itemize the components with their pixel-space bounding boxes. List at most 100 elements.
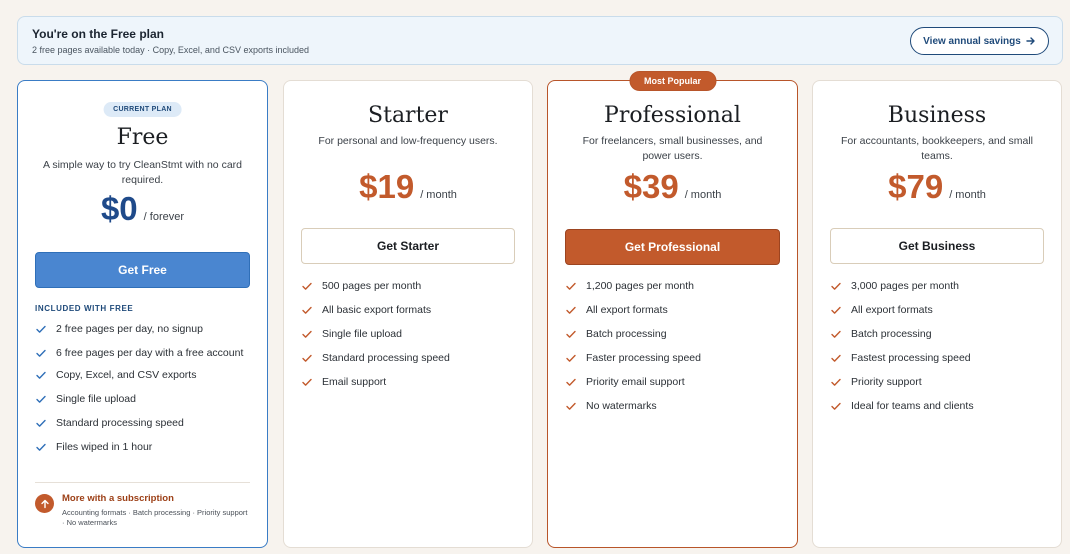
list-item: Standard processing speed xyxy=(301,351,518,365)
feature-list: 2 free pages per day, no signup 6 free p… xyxy=(35,322,253,454)
get-free-button[interactable]: Get Free xyxy=(35,252,250,288)
plan-price: $39 xyxy=(623,168,679,205)
view-annual-savings-button[interactable]: View annual savings xyxy=(910,27,1049,55)
check-icon xyxy=(566,330,576,338)
list-item: 6 free pages per day with a free account xyxy=(35,346,253,360)
feature-text: 2 free pages per day, no signup xyxy=(56,323,203,335)
plan-period: / month xyxy=(949,189,986,201)
list-item: Single file upload xyxy=(301,327,518,341)
plan-name: Starter xyxy=(368,103,448,128)
get-professional-button[interactable]: Get Professional xyxy=(565,229,780,265)
feature-text: Batch processing xyxy=(851,328,932,340)
plan-description: For accountants, bookkeepers, and small … xyxy=(840,135,1034,162)
list-item: Standard processing speed xyxy=(35,416,253,430)
feature-text: Faster processing speed xyxy=(586,352,701,364)
feature-text: 3,000 pages per month xyxy=(851,280,959,292)
feature-text: Email support xyxy=(322,376,387,388)
check-icon xyxy=(566,282,576,290)
feature-text: Priority email support xyxy=(586,376,685,388)
arrow-up-icon xyxy=(35,494,54,513)
list-item: Priority email support xyxy=(565,375,783,389)
feature-text: Ideal for teams and clients xyxy=(851,400,974,412)
list-item: Ideal for teams and clients xyxy=(830,399,1047,413)
feature-text: 6 free pages per day with a free account xyxy=(56,347,244,359)
plan-card-starter: Starter For personal and low-frequency u… xyxy=(283,80,533,548)
current-plan-badge: CURRENT PLAN xyxy=(103,102,182,117)
list-item: Batch processing xyxy=(830,327,1047,341)
check-icon xyxy=(831,354,841,362)
banner-subtitle: 2 free pages available today · Copy, Exc… xyxy=(32,45,309,55)
feature-text: 500 pages per month xyxy=(322,280,422,292)
list-item: All export formats xyxy=(830,303,1047,317)
list-item: 500 pages per month xyxy=(301,279,518,293)
check-icon xyxy=(36,371,46,379)
plan-description: For freelancers, small businesses, and p… xyxy=(582,135,763,162)
list-item: Fastest processing speed xyxy=(830,351,1047,365)
check-icon xyxy=(302,282,312,290)
plan-name: Free xyxy=(116,125,169,150)
check-icon xyxy=(566,354,576,362)
list-item: Email support xyxy=(301,375,518,389)
list-item: Single file upload xyxy=(35,392,253,406)
feature-text: Single file upload xyxy=(56,393,136,405)
check-icon xyxy=(36,443,46,451)
feature-text: Standard processing speed xyxy=(322,352,450,364)
feature-list: 3,000 pages per month All export formats… xyxy=(830,279,1047,413)
check-icon xyxy=(36,419,46,427)
get-starter-button[interactable]: Get Starter xyxy=(301,228,515,264)
feature-text: All basic export formats xyxy=(322,304,432,316)
get-business-button[interactable]: Get Business xyxy=(830,228,1044,264)
most-popular-badge: Most Popular xyxy=(628,71,717,91)
check-icon xyxy=(831,306,841,314)
plan-description: A simple way to try CleanStmt with no ca… xyxy=(43,159,242,186)
feature-list: 500 pages per month All basic export for… xyxy=(301,279,518,389)
check-icon xyxy=(36,349,46,357)
check-icon xyxy=(831,402,841,410)
feature-text: 1,200 pages per month xyxy=(586,280,694,292)
check-icon xyxy=(302,330,312,338)
plan-price: $0 xyxy=(100,190,138,227)
plan-description: For personal and low-frequency users. xyxy=(318,135,498,147)
feature-text: Batch processing xyxy=(586,328,667,340)
list-item: Files wiped in 1 hour xyxy=(35,440,253,454)
check-icon xyxy=(36,395,46,403)
subscription-upsell[interactable]: More with a subscription Accounting form… xyxy=(35,482,250,528)
feature-text: Priority support xyxy=(851,376,922,388)
feature-text: Files wiped in 1 hour xyxy=(56,441,153,453)
plan-price: $19 xyxy=(359,168,415,205)
plan-card-business: Business For accountants, bookkeepers, a… xyxy=(812,80,1062,548)
plan-period: / forever xyxy=(143,211,185,223)
plan-name: Professional xyxy=(604,103,741,128)
plan-period: / month xyxy=(420,189,457,201)
check-icon xyxy=(566,306,576,314)
check-icon xyxy=(831,282,841,290)
list-item: All export formats xyxy=(565,303,783,317)
check-icon xyxy=(302,354,312,362)
price-row: $19 / month xyxy=(284,168,532,206)
check-icon xyxy=(831,330,841,338)
plan-period: / month xyxy=(684,189,722,201)
price-row: $39 / month xyxy=(548,168,797,206)
plan-card-free: CURRENT PLAN Free A simple way to try Cl… xyxy=(17,80,268,548)
list-item: Copy, Excel, and CSV exports xyxy=(35,368,253,382)
check-icon xyxy=(566,402,576,410)
check-icon xyxy=(302,306,312,314)
list-item: 3,000 pages per month xyxy=(830,279,1047,293)
feature-list: 1,200 pages per month All export formats… xyxy=(565,279,783,413)
check-icon xyxy=(566,378,576,386)
list-item: 2 free pages per day, no signup xyxy=(35,322,253,336)
plan-card-professional: Most Popular Professional For freelancer… xyxy=(547,71,798,548)
feature-text: Single file upload xyxy=(322,328,402,340)
banner-title: You're on the Free plan xyxy=(32,27,164,41)
plan-status-banner: You're on the Free plan 2 free pages ava… xyxy=(17,16,1063,65)
feature-text: Fastest processing speed xyxy=(851,352,971,364)
included-heading: INCLUDED WITH FREE xyxy=(35,304,134,313)
list-item: No watermarks xyxy=(565,399,783,413)
plan-name: Business xyxy=(887,103,987,128)
feature-text: All export formats xyxy=(586,304,668,316)
upsell-text: Accounting formats · Batch processing · … xyxy=(62,508,248,527)
list-item: All basic export formats xyxy=(301,303,518,317)
feature-text: All export formats xyxy=(851,304,933,316)
list-item: 1,200 pages per month xyxy=(565,279,783,293)
check-icon xyxy=(36,325,46,333)
